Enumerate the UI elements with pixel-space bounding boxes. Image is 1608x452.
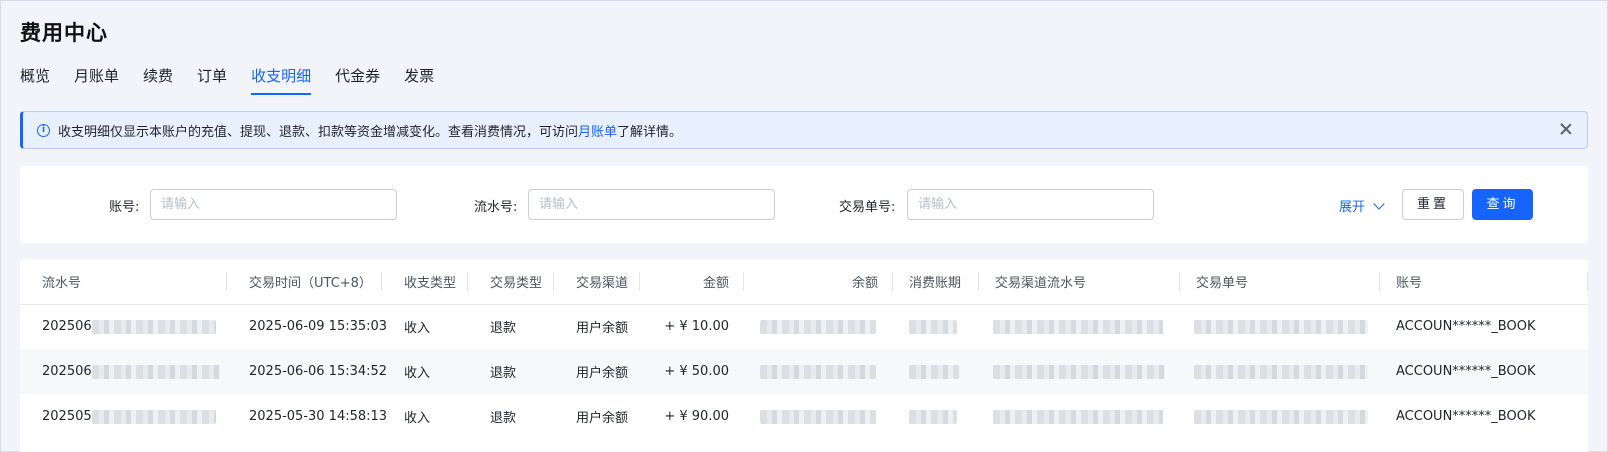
direction-cell: 收入: [404, 321, 431, 337]
col-account: 账号: [1380, 259, 1588, 305]
serial-label: 流水号:: [474, 200, 518, 215]
col-order-no: 交易单号: [1180, 259, 1380, 305]
redacted-blur: [909, 409, 957, 424]
col-channel-serial: 交易渠道流水号: [979, 259, 1180, 305]
table-row: 202506 2025-06-06 15:34:52 收入 退款 用户余额 + …: [20, 349, 1588, 394]
redacted-blur: [909, 319, 957, 334]
account-input[interactable]: [150, 189, 397, 220]
info-alert: i 收支明细仅显示本账户的充值、提现、退款、扣款等资金增减变化。查看消费情况，可…: [20, 111, 1588, 149]
col-serial: 流水号: [20, 259, 227, 305]
table-row: 202506 2025-06-09 15:35:03 收入 退款 用户余额 + …: [20, 304, 1588, 349]
amount-cell: + ¥ 10.00: [664, 319, 729, 335]
tab-vouchers[interactable]: 代金券: [335, 65, 380, 95]
page: 费用中心 概览 月账单 续费 订单 收支明细 代金券 发票 i 收支明细仅显示本…: [0, 0, 1608, 452]
order-no-cell: [1180, 349, 1380, 394]
tab-invoices[interactable]: 发票: [404, 65, 434, 95]
amount-cell: + ¥ 50.00: [640, 349, 744, 394]
tab-orders[interactable]: 订单: [197, 65, 227, 95]
channel-serial-cell: [979, 349, 1180, 394]
table-header-row: 流水号 交易时间（UTC+8） 收支类型 交易类型 交易渠道 金额 余额 消费账…: [20, 259, 1588, 305]
redacted-blur: [91, 409, 216, 424]
account-cell: ACCOUN******_BOOK: [1396, 409, 1536, 424]
transactions-table: 流水号 交易时间（UTC+8） 收支类型 交易类型 交易渠道 金额 余额 消费账…: [20, 259, 1588, 452]
close-icon[interactable]: [1559, 122, 1573, 136]
redacted-blur: [1194, 319, 1368, 334]
period-cell: [893, 394, 979, 439]
redacted-blur: [760, 364, 876, 379]
col-amount: 金额: [640, 259, 744, 305]
channel-serial-cell: [979, 304, 1180, 349]
time-cell: 2025-06-09 15:35:03: [249, 319, 388, 335]
type-cell: 退款: [490, 321, 517, 337]
filter-panel: 账号: 流水号: 交易单号: 展开 重置 查询: [20, 166, 1588, 243]
time-cell: 2025-06-06 15:34:52: [227, 349, 387, 394]
redacted-blur: [909, 364, 959, 379]
col-balance: 余额: [744, 259, 893, 305]
period-cell: [893, 349, 979, 394]
order-no-cell: [1180, 394, 1380, 439]
info-icon: i: [37, 123, 50, 137]
alert-text: 收支明细仅显示本账户的充值、提现、退款、扣款等资金增减变化。查看消费情况，可访问…: [58, 121, 682, 140]
expand-label: 展开: [1339, 200, 1366, 215]
amount-cell: + ¥ 90.00: [664, 409, 729, 424]
account-cell: ACCOUN******_BOOK: [1396, 319, 1536, 335]
type-cell: 退款: [490, 411, 517, 426]
channel-serial-cell: [979, 394, 1180, 439]
serial-cell: 202506: [20, 304, 227, 349]
alert-text-before: 收支明细仅显示本账户的充值、提现、退款、扣款等资金增减变化。查看消费情况，可访问: [58, 124, 579, 140]
col-type: 交易类型: [468, 259, 554, 305]
direction-cell: 收入: [404, 411, 431, 426]
serial-cell: 202506: [20, 349, 227, 394]
serial-input[interactable]: [528, 189, 775, 220]
redacted-blur: [760, 319, 876, 334]
tab-overview[interactable]: 概览: [20, 65, 50, 95]
redacted-blur: [760, 409, 876, 424]
col-time: 交易时间（UTC+8）: [227, 259, 382, 305]
redacted-blur: [91, 319, 216, 334]
chevron-down-icon: [1373, 197, 1385, 210]
channel-cell: 用户余额: [554, 349, 640, 394]
balance-cell: [744, 394, 893, 439]
tab-renewal[interactable]: 续费: [143, 65, 173, 95]
page-title: 费用中心: [20, 21, 108, 45]
period-cell: [893, 304, 979, 349]
redacted-blur: [1194, 409, 1368, 424]
balance-cell: [744, 349, 893, 394]
alert-text-after: 了解详情。: [617, 124, 683, 140]
channel-cell: 用户余额: [576, 411, 629, 426]
expand-toggle[interactable]: 展开: [1339, 196, 1385, 215]
query-button[interactable]: 查询: [1472, 189, 1533, 220]
order-no-cell: [1180, 304, 1380, 349]
redacted-blur: [993, 364, 1165, 379]
tab-transactions[interactable]: 收支明细: [251, 65, 312, 95]
order-label: 交易单号:: [839, 200, 896, 215]
tab-bar: 概览 月账单 续费 订单 收支明细 代金券 发票: [20, 65, 458, 95]
order-input[interactable]: [907, 189, 1154, 220]
tab-monthly-bill[interactable]: 月账单: [74, 65, 119, 95]
col-period: 消费账期: [893, 259, 979, 305]
col-channel: 交易渠道: [554, 259, 640, 305]
redacted-blur: [993, 319, 1163, 334]
type-cell: 退款: [468, 349, 554, 394]
reset-button[interactable]: 重置: [1402, 189, 1464, 220]
serial-cell: 202505: [20, 394, 227, 439]
redacted-blur: [993, 409, 1163, 424]
table-row: 202505 2025-05-30 14:58:13 收入 退款 用户余额 + …: [20, 394, 1588, 439]
col-direction: 收支类型: [382, 259, 468, 305]
redacted-blur: [1194, 364, 1368, 379]
time-cell: 2025-05-30 14:58:13: [249, 409, 388, 424]
direction-cell: 收入: [382, 349, 468, 394]
monthly-bill-link[interactable]: 月账单: [578, 125, 617, 140]
channel-cell: 用户余额: [576, 321, 629, 337]
account-cell: ACCOUN******_BOOK: [1380, 349, 1588, 394]
balance-cell: [744, 304, 893, 349]
account-label: 账号:: [109, 200, 140, 215]
redacted-blur: [91, 364, 220, 379]
